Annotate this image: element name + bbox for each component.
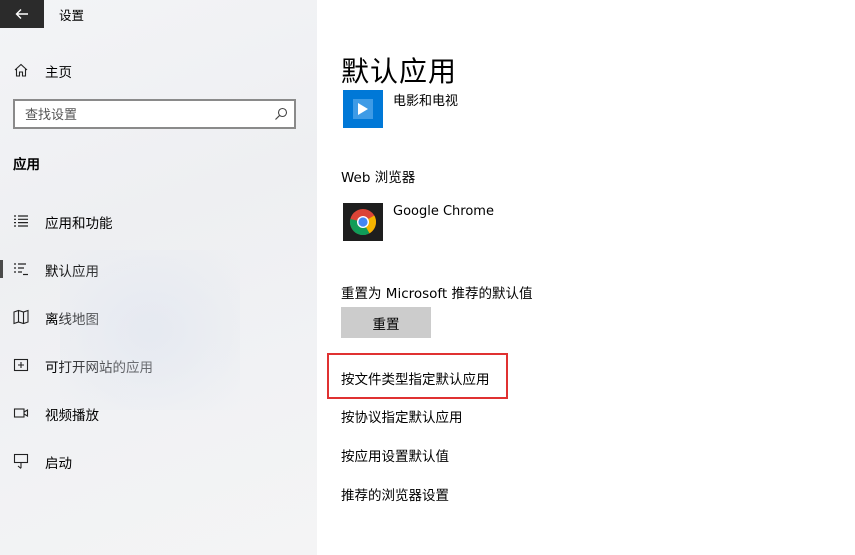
search-input[interactable] [23, 105, 267, 125]
sidebar-item-label: 离线地图 [45, 312, 99, 328]
reset-label: 重置为 Microsoft 推荐的默认值 [341, 286, 533, 302]
page-title: 默认应用 [341, 55, 458, 88]
movies-tv-icon [343, 90, 383, 128]
sidebar-item-apps-features[interactable]: 应用和功能 [0, 205, 317, 237]
link-protocol-defaults[interactable]: 按协议指定默认应用 [341, 406, 463, 426]
video-icon [13, 408, 29, 418]
back-arrow-icon [15, 9, 28, 19]
sidebar-item-video-playback[interactable]: 视频播放 [0, 397, 317, 429]
sidebar-item-label: 应用和功能 [45, 216, 113, 232]
sidebar-item-label: 默认应用 [45, 264, 99, 280]
app-name: 电影和电视 [393, 94, 459, 109]
browser-heading: Web 浏览器 [341, 170, 416, 186]
sidebar-item-open-websites[interactable]: 可打开网站的应用 [0, 349, 317, 381]
link-browser-settings[interactable]: 推荐的浏览器设置 [341, 484, 449, 504]
search-icon[interactable] [274, 107, 288, 121]
offline-map-icon [13, 309, 29, 325]
default-apps-icon [14, 263, 28, 276]
app-title: 设置 [59, 8, 85, 23]
open-website-icon [13, 358, 29, 372]
section-title: 应用 [13, 157, 40, 173]
link-file-type-defaults[interactable]: 按文件类型指定默认应用 [341, 368, 490, 388]
reset-button[interactable]: 重置 [341, 307, 431, 338]
startup-icon [13, 453, 29, 469]
apps-list-icon [14, 215, 28, 227]
chrome-icon [343, 203, 383, 241]
home-icon [14, 63, 28, 77]
back-button[interactable] [0, 0, 44, 28]
sidebar-item-label: 视频播放 [45, 408, 99, 424]
sidebar-item-offline-maps[interactable]: 离线地图 [0, 301, 317, 333]
app-name: Google Chrome [393, 204, 494, 219]
main-content: 默认应用 电影和电视 Web 浏览器 Google Chrome 重置为 Mic… [317, 0, 855, 555]
sidebar-item-label: 启动 [45, 456, 72, 472]
sidebar: 设置 主页 应用 应用和功能 默认应用 离线地图 [0, 0, 317, 555]
title-bar: 设置 [0, 0, 317, 28]
sidebar-item-label: 可打开网站的应用 [45, 360, 153, 376]
sidebar-item-default-apps[interactable]: 默认应用 [0, 253, 317, 285]
link-app-defaults[interactable]: 按应用设置默认值 [341, 445, 449, 465]
sidebar-item-label: 主页 [45, 65, 72, 81]
search-box[interactable] [13, 99, 296, 129]
sidebar-item-startup[interactable]: 启动 [0, 445, 317, 477]
sidebar-item-home[interactable]: 主页 [0, 56, 317, 84]
selection-indicator [0, 260, 3, 278]
